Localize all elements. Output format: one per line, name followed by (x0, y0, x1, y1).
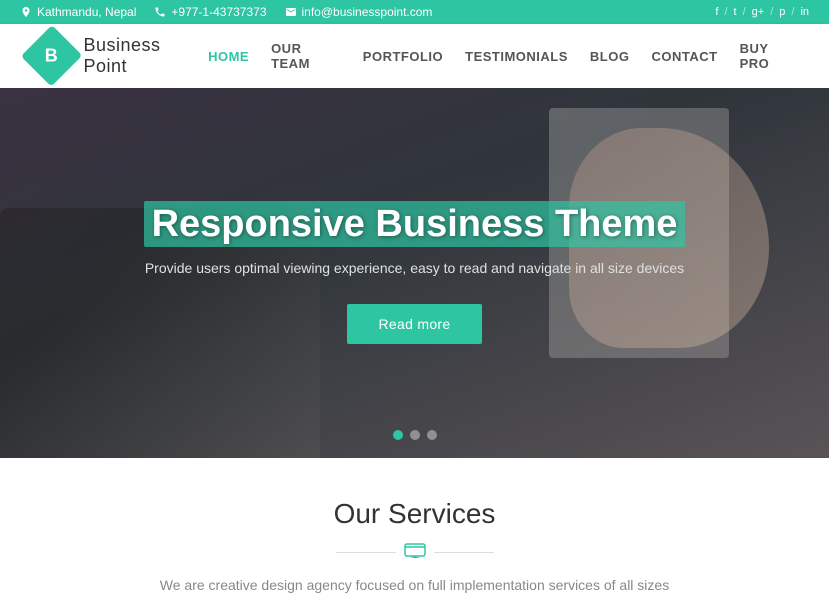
social-twitter[interactable]: t (734, 6, 737, 18)
main-nav: HOME OUR TEAM PORTFOLIO TESTIMONIALS BLO… (208, 41, 799, 71)
social-sep3: / (770, 6, 773, 18)
nav-home[interactable]: HOME (208, 49, 249, 64)
social-sep1: / (724, 6, 727, 18)
header: B Business Point HOME OUR TEAM PORTFOLIO… (0, 24, 829, 88)
nav-portfolio[interactable]: PORTFOLIO (363, 49, 443, 64)
top-bar: Kathmandu, Nepal +977-1-43737373 info@bu… (0, 0, 829, 24)
location-text: Kathmandu, Nepal (37, 5, 136, 19)
hero-content: Responsive Business Theme Provide users … (124, 203, 706, 344)
divider-line-left (336, 552, 396, 553)
email-item: info@businesspoint.com (285, 5, 433, 19)
nav-contact[interactable]: CONTACT (651, 49, 717, 64)
logo-icon: B (21, 25, 83, 87)
slider-dot-1[interactable] (393, 430, 403, 440)
services-divider (20, 542, 809, 563)
social-instagram[interactable]: in (800, 6, 809, 18)
nav-buy-pro[interactable]: BUY PRO (740, 41, 799, 71)
slider-dots (393, 430, 437, 440)
social-sep4: / (791, 6, 794, 18)
nav-blog[interactable]: BLOG (590, 49, 630, 64)
phone-icon (154, 6, 166, 18)
hero-section: Responsive Business Theme Provide users … (0, 88, 829, 458)
location-item: Kathmandu, Nepal (20, 5, 136, 19)
slider-dot-2[interactable] (410, 430, 420, 440)
nav-our-team[interactable]: OUR TEAM (271, 41, 341, 71)
location-icon (20, 6, 32, 18)
read-more-button[interactable]: Read more (347, 304, 483, 344)
email-icon (285, 6, 297, 18)
social-facebook[interactable]: f (715, 6, 718, 18)
phone-text: +977-1-43737373 (171, 5, 266, 19)
logo-letter: B (45, 45, 58, 66)
social-sep2: / (743, 6, 746, 18)
social-pinterest[interactable]: p (779, 6, 785, 18)
divider-line-right (434, 552, 494, 553)
phone-item: +977-1-43737373 (154, 5, 266, 19)
logo[interactable]: B Business Point (30, 34, 208, 78)
social-icons: f / t / g+ / p / in (715, 6, 809, 18)
social-gplus[interactable]: g+ (752, 6, 765, 18)
hero-title: Responsive Business Theme (144, 203, 686, 246)
logo-text: Business Point (83, 35, 208, 77)
services-title: Our Services (20, 498, 809, 530)
hero-title-highlight: Responsive Business Theme (144, 201, 686, 247)
top-bar-left: Kathmandu, Nepal +977-1-43737373 info@bu… (20, 5, 432, 19)
services-divider-icon (404, 542, 426, 563)
services-subtitle: We are creative design agency focused on… (20, 577, 809, 593)
slider-dot-3[interactable] (427, 430, 437, 440)
hero-subtitle: Provide users optimal viewing experience… (144, 260, 686, 276)
email-text: info@businesspoint.com (302, 5, 433, 19)
services-section: Our Services We are creative design agen… (0, 458, 829, 613)
nav-testimonials[interactable]: TESTIMONIALS (465, 49, 568, 64)
